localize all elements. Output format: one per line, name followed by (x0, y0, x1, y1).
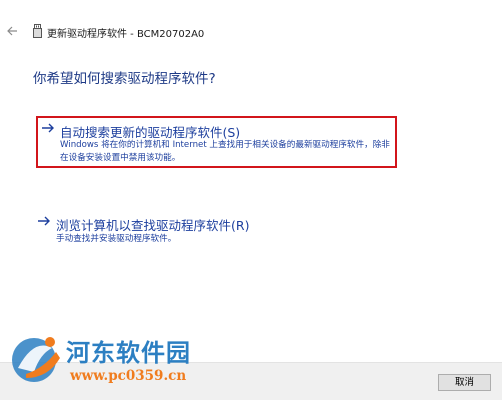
auto-search-option[interactable]: 自动搜索更新的驱动程序软件(S) Windows 将在你的计算机和 Intern… (36, 116, 397, 168)
watermark: 河东软件园 www.pc0359.cn (4, 328, 214, 390)
usb-device-icon (33, 23, 42, 38)
auto-search-description: Windows 将在你的计算机和 Internet 上查找用于相关设备的最新驱动… (60, 140, 390, 163)
browse-computer-title: 浏览计算机以查找驱动程序软件(R) (56, 218, 250, 233)
right-arrow-icon (38, 216, 50, 226)
back-arrow-icon[interactable] (5, 24, 19, 38)
browse-computer-description: 手动查找并安装驱动程序软件。 (56, 234, 177, 244)
update-driver-dialog: 更新驱动程序软件 - BCM20702A0 你希望如何搜索驱动程序软件? 自动搜… (0, 0, 502, 400)
window-title: 更新驱动程序软件 - BCM20702A0 (47, 29, 205, 40)
right-arrow-icon (42, 123, 54, 133)
page-heading: 你希望如何搜索驱动程序软件? (33, 71, 216, 87)
watermark-site-name: 河东软件园 (66, 339, 191, 367)
cancel-button[interactable]: 取消 (438, 374, 491, 391)
browse-computer-option[interactable]: 浏览计算机以查找驱动程序软件(R) 手动查找并安装驱动程序软件。 (36, 212, 416, 252)
watermark-logo-icon (12, 337, 60, 382)
title-bar: 更新驱动程序软件 - BCM20702A0 (0, 20, 502, 44)
watermark-url: www.pc0359.cn (70, 368, 187, 384)
